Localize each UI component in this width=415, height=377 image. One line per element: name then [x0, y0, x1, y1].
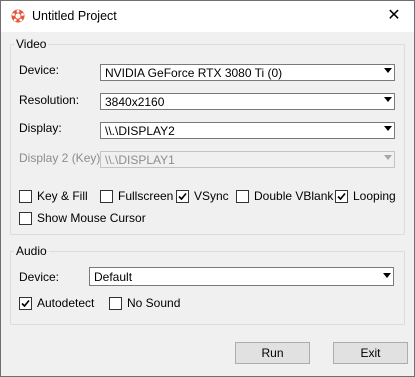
checkbox-box — [236, 190, 249, 203]
chevron-down-icon — [383, 273, 391, 278]
display2-label: Display 2 (Key): — [19, 151, 104, 165]
audio-device-label: Device: — [19, 270, 60, 284]
display-select[interactable]: \\.\DISPLAY2 — [100, 122, 395, 139]
display-label: Display: — [19, 121, 62, 135]
checkbox-box — [19, 212, 32, 225]
chevron-down-icon — [384, 126, 392, 131]
checkbox-box — [19, 190, 32, 203]
chevron-down-icon — [384, 155, 392, 160]
video-device-label: Device: — [19, 63, 60, 77]
video-device-select[interactable]: NVIDIA GeForce RTX 3080 Ti (0) — [100, 64, 395, 81]
no-sound-label: No Sound — [127, 296, 181, 310]
audio-device-select[interactable]: Default — [89, 267, 394, 286]
run-button[interactable]: Run — [235, 342, 310, 364]
resolution-label: Resolution: — [19, 93, 80, 107]
double-vblank-label: Double VBlank — [254, 189, 334, 203]
vsync-label: VSync — [194, 189, 229, 203]
video-device-value: NVIDIA GeForce RTX 3080 Ti (0) — [105, 66, 283, 80]
audio-group-legend: Audio — [16, 244, 47, 258]
fullscreen-label: Fullscreen — [118, 189, 174, 203]
resolution-select[interactable]: 3840x2160 — [100, 93, 395, 110]
video-group-legend: Video — [16, 37, 47, 51]
autodetect-label: Autodetect — [37, 296, 95, 310]
chevron-down-icon — [384, 68, 392, 73]
checkbox-box — [19, 297, 32, 310]
audio-device-value: Default — [94, 270, 133, 284]
key-fill-label: Key & Fill — [37, 189, 88, 203]
display-value: \\.\DISPLAY2 — [105, 124, 175, 138]
checkbox-box — [100, 190, 113, 203]
exit-button[interactable]: Exit — [333, 342, 408, 364]
app-logo-icon — [11, 9, 25, 23]
chevron-down-icon — [384, 97, 392, 102]
show-mouse-cursor-label: Show Mouse Cursor — [37, 211, 146, 225]
checkmark-icon — [178, 192, 187, 201]
close-icon[interactable]: ✕ — [384, 6, 404, 26]
dialog-window: Untitled Project ✕ Video Device: NVIDIA … — [0, 0, 415, 377]
window-title: Untitled Project — [32, 9, 117, 23]
checkbox-box — [335, 190, 348, 203]
looping-label: Looping — [353, 189, 396, 203]
display2-select: \\.\DISPLAY1 — [100, 151, 395, 168]
checkmark-icon — [21, 299, 30, 308]
display2-value: \\.\DISPLAY1 — [105, 153, 175, 167]
checkbox-box — [176, 190, 189, 203]
checkbox-box — [109, 297, 122, 310]
resolution-value: 3840x2160 — [105, 95, 165, 109]
checkmark-icon — [337, 192, 346, 201]
title-bar: Untitled Project ✕ — [1, 1, 414, 32]
